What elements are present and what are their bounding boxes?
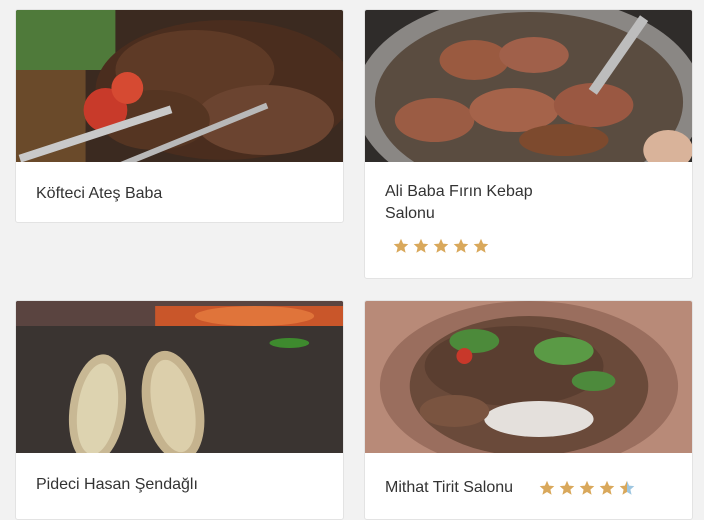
restaurant-card-pideci[interactable]: Pideci Hasan Şendağlı — [15, 300, 344, 520]
star-icon — [453, 238, 469, 253]
restaurant-name[interactable]: Ali Baba Fırın Kebap Salonu — [385, 181, 555, 225]
star-icon — [559, 480, 575, 495]
restaurant-card-mithat[interactable]: Mithat Tirit Salonu — [364, 300, 693, 520]
restaurant-card-ali-baba[interactable]: Ali Baba Fırın Kebap Salonu — [364, 9, 693, 279]
rating-stars — [539, 480, 635, 496]
restaurant-photo[interactable] — [16, 10, 343, 162]
star-icon — [413, 238, 429, 253]
rating-stars — [393, 238, 489, 254]
star-icon — [619, 480, 635, 495]
star-icon — [473, 238, 489, 253]
restaurant-name[interactable]: Pideci Hasan Şendağlı — [36, 474, 198, 496]
star-icon — [539, 480, 555, 495]
star-icon — [599, 480, 615, 495]
restaurant-photo[interactable] — [365, 301, 692, 453]
restaurant-photo[interactable] — [16, 301, 343, 453]
restaurant-name[interactable]: Köfteci Ateş Baba — [36, 183, 162, 205]
restaurant-card-kofteci[interactable]: Köfteci Ateş Baba — [15, 9, 344, 223]
star-icon — [393, 238, 409, 253]
star-icon — [433, 238, 449, 253]
restaurant-name[interactable]: Mithat Tirit Salonu — [385, 477, 513, 499]
restaurant-photo[interactable] — [365, 10, 692, 162]
star-icon — [579, 480, 595, 495]
